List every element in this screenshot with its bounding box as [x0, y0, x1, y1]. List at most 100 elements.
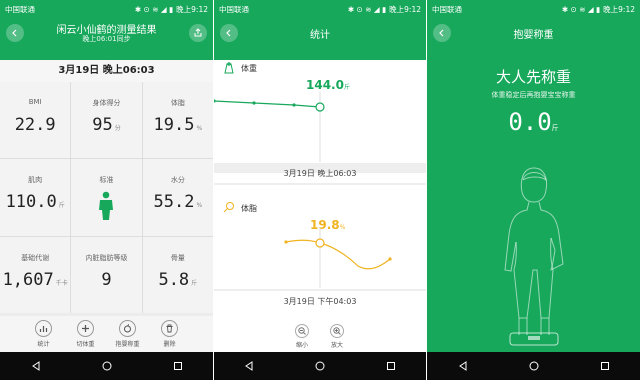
- weight-series-line: [214, 100, 321, 108]
- share-icon: [194, 28, 202, 37]
- measure-date: 3月19日 晚上06:03: [0, 60, 213, 82]
- zoom-in-button[interactable]: 放大: [322, 324, 352, 349]
- clock-label: 晚上9:12: [603, 4, 635, 14]
- clock-label: 晚上9:12: [176, 4, 208, 14]
- live-weight: 0.0斤: [508, 108, 559, 136]
- section-divider: [214, 289, 426, 291]
- bar-chart-icon: [39, 326, 48, 332]
- weight-date: 3月19日 晚上06:03: [283, 169, 357, 178]
- delete-label: 删除: [163, 341, 176, 348]
- metric-unit: 斤: [191, 279, 198, 287]
- bottom-toolbar: 统计 切体重 抱婴称重 删除: [0, 316, 213, 352]
- nav-home-icon[interactable]: [529, 361, 539, 371]
- metric-label: 体脂: [170, 99, 185, 107]
- metric-value: 9: [101, 269, 112, 290]
- header: 抱婴称重: [427, 18, 640, 60]
- nav-back-icon[interactable]: [458, 361, 468, 371]
- body-fat-icon: [223, 202, 234, 213]
- metric-visceral-fat[interactable]: 内脏脂肪等级 9: [71, 236, 142, 313]
- metric-unit: 斤: [58, 202, 65, 210]
- carrier-label: 中国联通: [219, 4, 249, 14]
- carrier-label: 中国联通: [432, 4, 462, 14]
- metric-body-fat[interactable]: 体脂 19.5%: [142, 82, 213, 159]
- nav-recents-icon[interactable]: [173, 361, 183, 371]
- clock-label: 晚上9:12: [389, 4, 421, 14]
- share-button[interactable]: [189, 24, 207, 42]
- metric-unit: %: [196, 125, 203, 132]
- system-nav-bar: [427, 352, 640, 380]
- weight-point: [214, 99, 216, 103]
- metric-label: 肌肉: [28, 176, 43, 185]
- instruction-hint: 体重稳定后再抱婴宝宝称重: [491, 91, 576, 99]
- zoom-in-label: 放大: [330, 342, 343, 349]
- metric-label: 标准: [99, 176, 114, 185]
- nav-home-icon[interactable]: [102, 361, 112, 371]
- metric-value: 19.5: [153, 115, 195, 135]
- trash-icon: [166, 324, 173, 333]
- switch-weight-button[interactable]: 切体重: [70, 316, 102, 352]
- carrier-label: 中国联通: [5, 4, 35, 14]
- metric-value: 55.2: [153, 192, 195, 213]
- nav-recents-icon[interactable]: [600, 361, 610, 371]
- metric-label: 基础代谢: [21, 253, 50, 262]
- fat-series-line: [285, 239, 391, 270]
- stats-button[interactable]: 统计: [28, 316, 60, 352]
- stats-label: 统计: [37, 341, 50, 348]
- fat-date: 3月19日 下午04:03: [283, 297, 357, 306]
- metric-value: 1,607: [2, 269, 54, 290]
- header: 统计: [214, 18, 426, 60]
- plus-icon: [82, 325, 89, 332]
- metric-label: 内脏脂肪等级: [85, 253, 128, 262]
- weight-point: [252, 101, 256, 105]
- metric-bmi[interactable]: BMI 22.9: [0, 82, 71, 159]
- metric-label: 骨量: [170, 253, 185, 262]
- status-icons: ✱ ⊙ ≋ ◢ ▮: [347, 4, 387, 14]
- status-bar: 中国联通 ✱ ⊙ ≋ ◢ ▮ 晚上9:12: [427, 0, 640, 18]
- metric-bone[interactable]: 骨量 5.8 斤: [142, 236, 213, 313]
- woman-outline-illustration: [504, 167, 564, 335]
- zoom-out-label: 缩小: [295, 342, 308, 349]
- fat-point: [284, 240, 288, 244]
- scale-icon: [509, 332, 559, 346]
- stats-screen: 中国联通 ✱ ⊙ ≋ ◢ ▮ 晚上9:12 统计 体重 144.0斤 3月19日 …: [214, 0, 426, 380]
- status-bar: 中国联通 ✱ ⊙ ≋ ◢ ▮ 晚上9:12: [214, 0, 426, 18]
- nav-home-icon[interactable]: [315, 361, 325, 371]
- instruction-heading: 大人先称重: [495, 68, 571, 86]
- system-nav-bar: [0, 352, 213, 380]
- delete-button[interactable]: 删除: [154, 316, 186, 352]
- status-icons: ✱ ⊙ ≋ ◢ ▮: [134, 4, 174, 14]
- metric-unit: %: [196, 202, 203, 210]
- page-title: 统计: [310, 30, 330, 41]
- metric-water[interactable]: 水分 55.2%: [142, 159, 213, 236]
- metric-label: BMI: [28, 98, 42, 106]
- system-nav-bar: [214, 352, 426, 380]
- metric-score[interactable]: 身体得分 95 分: [71, 82, 142, 159]
- metric-label: 身体得分: [92, 99, 121, 107]
- nav-recents-icon[interactable]: [386, 361, 396, 371]
- status-icons: ✱ ⊙ ≋ ◢ ▮: [561, 4, 601, 14]
- metric-body-type[interactable]: 标准: [71, 159, 142, 236]
- sync-time: 晚上06:01同步: [82, 35, 131, 43]
- metric-unit: 千卡: [55, 279, 68, 287]
- metrics-grid: BMI 22.9 身体得分 95 分 体脂 19.5% 肌肉 110.0 斤 标准 …: [0, 82, 213, 313]
- metric-label: 水分: [170, 176, 185, 185]
- body-figure-icon: [99, 192, 114, 221]
- section-divider: [214, 183, 426, 185]
- metric-muscle[interactable]: 肌肉 110.0 斤: [0, 159, 71, 236]
- fat-line-chart[interactable]: [214, 228, 426, 288]
- metric-unit: 分: [114, 125, 121, 132]
- fat-point: [388, 257, 392, 261]
- fat-chart-label: 体脂: [241, 204, 257, 213]
- weight-point-selected[interactable]: [315, 102, 325, 112]
- metric-bmr[interactable]: 基础代谢 1,607 千卡: [0, 236, 71, 313]
- baby-weigh-button[interactable]: 抱婴称重: [112, 316, 144, 352]
- weight-line-chart[interactable]: [214, 62, 426, 162]
- zoom-out-button[interactable]: 缩小: [287, 324, 317, 349]
- nav-back-icon[interactable]: [31, 361, 41, 371]
- fat-point-selected[interactable]: [315, 238, 325, 248]
- nav-back-icon[interactable]: [244, 361, 254, 371]
- metric-value: 22.9: [14, 115, 56, 135]
- weight-point: [292, 103, 296, 107]
- baby-weigh-label: 抱婴称重: [115, 341, 140, 348]
- result-screen: 中国联通 ✱ ⊙ ≋ ◢ ▮ 晚上9:12 闲云小仙鹤的测量结果 晚上06:01同…: [0, 0, 213, 380]
